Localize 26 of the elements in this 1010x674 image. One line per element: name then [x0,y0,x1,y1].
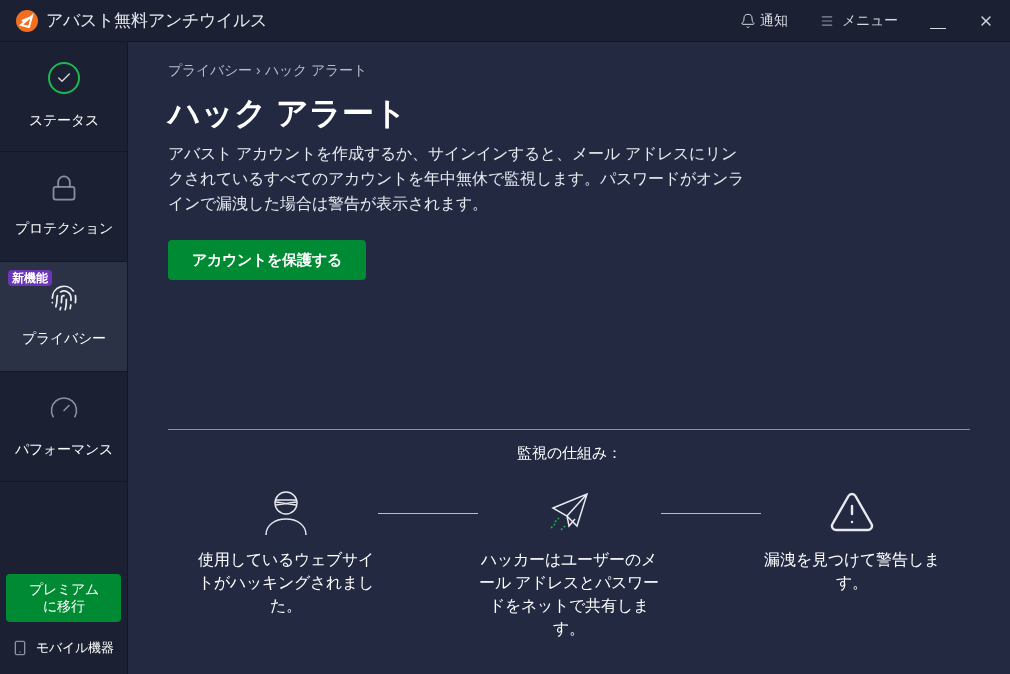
mobile-devices-link[interactable]: モバイル機器 [0,622,127,674]
breadcrumb-item: ハック アラート [264,61,367,80]
step-text: 使用しているウェブサイトがハッキングされました。 [197,550,375,616]
menu-icon [820,13,834,28]
sidebar-item[interactable]: 新機能 プライバシー [0,262,127,372]
masked-person-icon [262,488,310,536]
new-badge: 新機能 [8,270,52,286]
menu-button[interactable]: メニュー [820,10,898,31]
page-title: ハック アラート [168,94,408,133]
step-text: 漏洩を見つけて警告します。 [763,550,941,593]
protect-account-button[interactable]: アカウントを保護する [168,240,366,280]
how-it-works-heading: 監視の仕組み： [515,442,623,463]
notifications-button[interactable]: 通知 [740,10,788,31]
breadcrumb-separator: › [256,61,261,80]
paper-plane-icon [549,492,589,532]
sidebar-item[interactable]: ステータス [0,42,127,152]
description-text: アバスト アカウントを作成するか、サインインすると、メール アドレスにリンクされているすべてのアカウントを年中無休で監視します。パスワードがオンラインで漏洩した場合は警告が表示されます。 [168,144,745,214]
sidebar-item[interactable]: パフォーマンス [0,372,127,482]
bell-icon [740,12,756,29]
breadcrumb-item[interactable]: プライバシー [168,60,252,81]
app-logo-icon [16,9,38,32]
window-title: アバスト無料アンチウイルス [46,9,267,32]
smartphone-icon [12,640,28,656]
step-text: ハッカーはユーザーのメール アドレスとパスワードをネットで共有します。 [477,550,661,639]
fingerprint-icon [49,284,78,312]
upgrade-button[interactable]: プレミアムに移行 [6,574,121,622]
